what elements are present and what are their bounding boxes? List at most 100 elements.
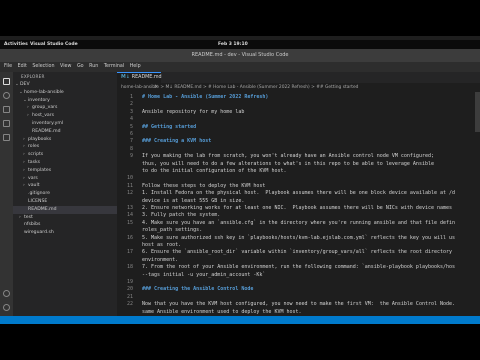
tree-item[interactable]: › vars [13,175,117,183]
code-line[interactable]: 1. Install Fedora on the physical host. … [142,190,455,196]
line-number: 9 [129,153,133,160]
code-line[interactable]: host as root. [142,242,181,248]
extensions-icon[interactable] [3,134,10,141]
tree-item-label: LICENSE [28,198,48,204]
line-number: 5 [129,123,133,130]
tree-item[interactable]: README.md [13,128,117,136]
tree-item[interactable]: wireguard.sh [13,229,117,237]
code-line[interactable]: ### Creating a KVM host [142,138,211,144]
line-number: 22 [126,301,133,308]
activity-bar [0,72,13,324]
tree-item[interactable]: LICENSE [13,198,117,206]
explorer-sidebar: EXPLORER ⌄DEV ⌄home-lab-ansible ⌄inventory… [13,72,117,324]
tree-item[interactable]: › group_vars [13,104,117,112]
line-number: 2 [129,101,133,108]
menu-run[interactable]: Run [89,62,98,72]
line-number: 16 [126,234,133,241]
tab-label: README.md [131,75,162,80]
close-icon[interactable]: × [154,83,158,93]
line-number: 11 [126,182,133,189]
tree-item-label: wireguard.sh [24,230,54,236]
code-line[interactable]: 7. From the root of your Ansible environ… [142,264,455,270]
menu-selection[interactable]: Selection [32,62,54,72]
line-number: 8 [129,145,133,152]
tree-item[interactable]: › templates [13,167,117,175]
code-line[interactable]: same Ansible environment used to deploy … [142,309,302,315]
code-line[interactable]: 4. Make sure you have an `ansible.cfg` i… [142,220,455,226]
run-debug-icon[interactable] [3,120,10,127]
code-line[interactable]: If you making the lab from scratch, you … [142,153,434,159]
tree-item[interactable]: › tasks [13,159,117,167]
code-line[interactable]: ### Creating the Ansible Control Node [142,286,253,292]
tree-item[interactable]: › vault [13,182,117,190]
tab-readme[interactable]: M↓ README.md × [117,72,162,90]
menu-help[interactable]: Help [130,62,141,72]
tree-item-label: README.md [28,206,57,212]
tree-item-label: vars [28,175,38,181]
menu-edit[interactable]: Edit [18,62,27,72]
tree-item[interactable]: › roles [13,143,117,151]
app-menu[interactable]: Visual Studio Code [30,40,78,49]
tree-item[interactable]: › test [13,214,117,222]
activities-button[interactable]: Activities [4,40,28,49]
code-line[interactable]: --tags initial -u your_admin_account -Kk… [142,272,265,278]
tree-item[interactable]: README.md [13,205,117,214]
code-line[interactable]: to do the initial configuration of the K… [142,168,287,174]
tree-item[interactable]: inventory.yml [13,120,117,128]
code-line[interactable]: Follow these steps to deploy the KVM hos… [142,183,265,189]
tab-bar: M↓ README.md × [117,72,480,90]
line-number: 4 [129,116,133,123]
tree-item-label: group_vars [32,105,58,111]
code-line[interactable]: ## Getting started [142,124,196,130]
breadcrumb[interactable]: home-lab-ansible > M↓ README.md > # Home… [117,83,480,92]
tree-item-label: README.md [32,128,61,134]
code-line[interactable]: environment. [142,257,178,263]
clock[interactable]: Feb 3 19:10 [218,40,248,49]
tree-item[interactable]: ⌄inventory [13,97,117,105]
tree-item-label: roles [28,144,40,150]
code-line[interactable]: device is at least 555 GB in size. [142,198,244,204]
code-line[interactable]: roles_path settings. [142,227,202,233]
code-line[interactable]: 3. Fully patch the system. [142,212,220,218]
tree-item-label: playbooks [28,136,52,142]
code-line[interactable]: 2. Ensure networking works for at least … [142,205,452,211]
explorer-icon[interactable] [3,78,10,85]
explorer-title: EXPLORER [21,74,45,79]
code-line[interactable]: thus, you will need to do a few alterati… [142,161,434,167]
line-number: 12 [126,190,133,197]
tree-item[interactable]: › playbooks [13,136,117,144]
code-line[interactable]: 6. Ensure the `ansible_root_dir` variabl… [142,249,452,255]
code-line[interactable]: 5. Make sure authorized ssh key in `play… [142,235,455,241]
tree-item[interactable]: › host_vars [13,112,117,120]
line-number: 3 [129,108,133,115]
menu-terminal[interactable]: Terminal [104,62,124,72]
tree-item-label: host_vars [32,113,55,119]
tree-item[interactable]: ⌄home-lab-ansible [13,89,117,97]
tree-item[interactable]: › scripts [13,151,117,159]
system-top-bar: Activities Visual Studio Code Feb 3 19:1… [0,40,480,49]
code-line[interactable]: Now that you have the KVM host configure… [142,301,455,307]
tree-item[interactable]: .gitignore [13,190,117,198]
gear-icon[interactable] [3,304,10,311]
tree-item-label: inventory.yml [32,120,64,126]
search-icon[interactable] [3,92,10,99]
tree-item-label: templates [28,167,52,173]
line-number: 7 [129,138,133,145]
tree-item[interactable]: ⌄DEV [13,81,117,89]
code-line[interactable]: # Home Lab - Ansible (Summer 2022 Refres… [142,94,268,100]
account-icon[interactable] [3,290,10,297]
line-number: 1 [129,94,133,100]
menu-file[interactable]: File [4,62,12,72]
line-number: 21 [126,293,133,300]
vertical-scrollbar[interactable] [475,92,480,132]
line-number: 10 [126,175,133,182]
menu-view[interactable]: View [60,62,71,72]
menu-go[interactable]: Go [77,62,84,72]
source-control-icon[interactable] [3,106,10,113]
tree-item[interactable]: nfsbibs [13,221,117,229]
line-number: 18 [126,264,133,271]
tree-item-label: nfsbibs [24,222,41,228]
line-number: 15 [126,219,133,226]
code-line[interactable]: Ansible repository for my home lab [142,109,244,115]
file-tree: ⌄DEV ⌄home-lab-ansible ⌄inventory › group_va… [13,81,117,237]
